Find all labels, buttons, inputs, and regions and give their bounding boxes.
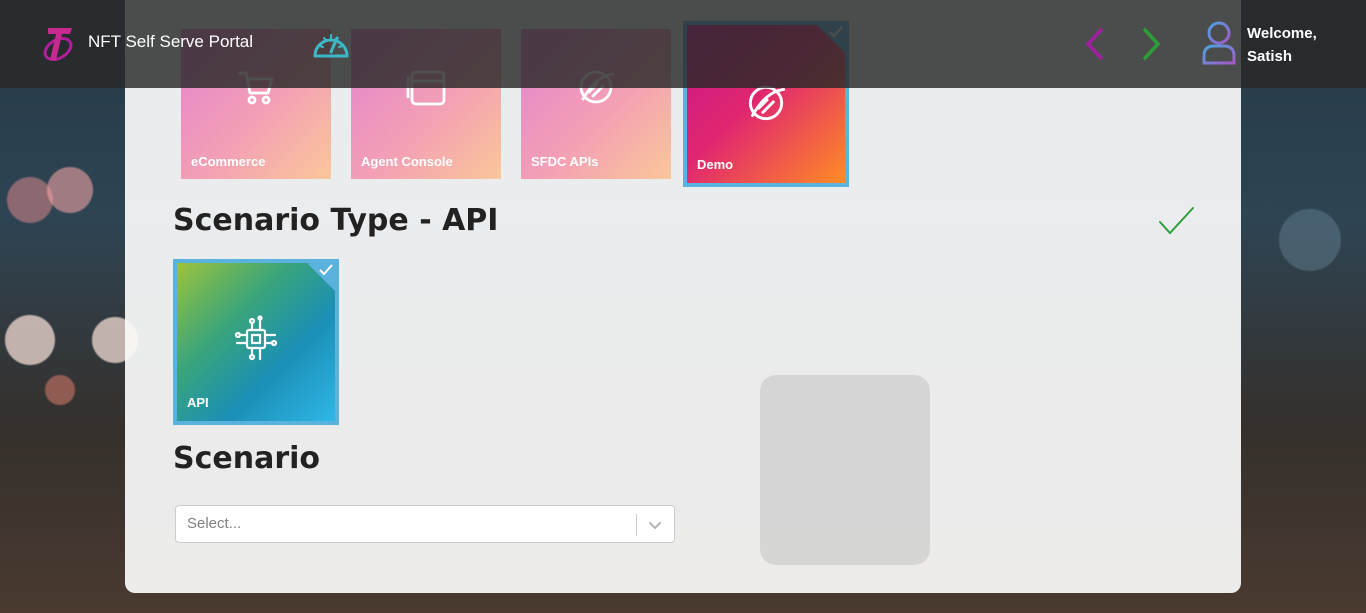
chevron-down-icon[interactable] [648,518,662,532]
scenario-type-tile-label: API [187,395,209,410]
app-tile-label: Demo [697,157,734,172]
circuit-chip-icon [234,315,278,367]
scenario-title: Scenario [173,441,321,476]
check-icon [319,264,333,276]
scenario-select-placeholder: Select... [187,515,242,532]
check-icon [1159,207,1194,235]
user-icon[interactable] [1200,20,1238,66]
chevron-left-icon[interactable] [1082,26,1108,62]
scenario-select[interactable]: Select... [175,505,675,543]
globe-link-icon [742,81,790,129]
app-tile-label: SFDC APIs [531,154,599,169]
user-name: Satish [1247,48,1293,65]
welcome-label: Welcome, [1247,25,1317,42]
scenario-type-tile-api[interactable]: API [173,259,339,425]
scenario-type-title: Scenario Type - API [173,203,499,238]
telstra-logo [43,28,73,61]
app-tile-label: eCommerce [191,154,266,169]
app-tile-label: Agent Console [361,154,453,169]
dashboard-gauge-icon[interactable] [310,26,352,60]
background-watch-overlay [760,375,930,565]
select-separator [636,514,637,536]
welcome-message: Welcome, Satish [1247,22,1317,68]
top-header: NFT Self Serve Portal Welcome, Satish [0,0,1366,88]
app-title: NFT Self Serve Portal [88,32,254,51]
chevron-right-icon[interactable] [1138,26,1164,62]
